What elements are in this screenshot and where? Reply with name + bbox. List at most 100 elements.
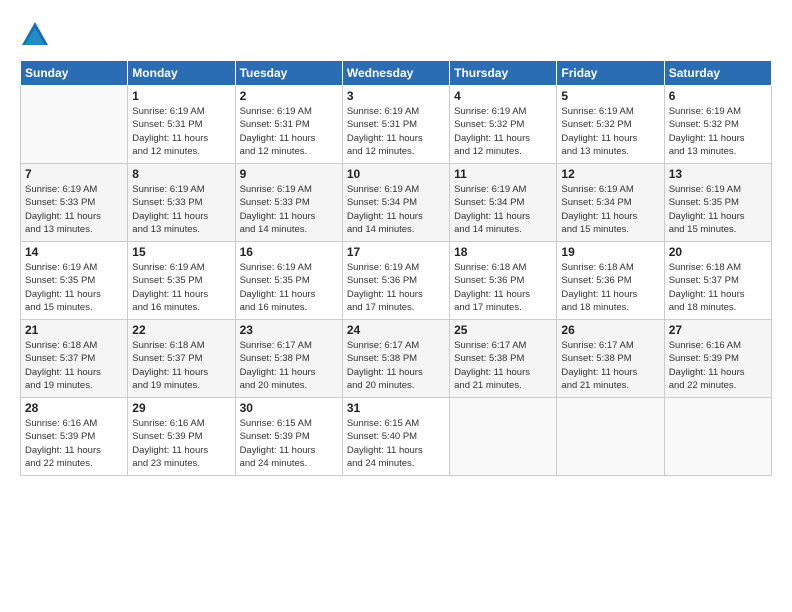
calendar-cell: 16Sunrise: 6:19 AM Sunset: 5:35 PM Dayli…: [235, 242, 342, 320]
calendar-cell: 31 Sunrise: 6:15 AM Sunset: 5:40 PM Dayli…: [342, 398, 449, 476]
day-info: Sunrise: 6:19 AM Sunset: 5:33 PM Dayligh…: [240, 183, 338, 236]
days-of-week-row: SundayMondayTuesdayWednesdayThursdayFrid…: [21, 61, 772, 86]
day-number: 24: [347, 323, 445, 337]
day-info: Sunrise: 6:18 AM Sunset: 5:37 PM Dayligh…: [669, 261, 767, 314]
day-number: 6: [669, 89, 767, 103]
calendar-cell: 6 Sunrise: 6:19 AM Sunset: 5:32 PM Daylig…: [664, 86, 771, 164]
day-number: 3: [347, 89, 445, 103]
day-number: 12: [561, 167, 659, 181]
day-number: 5: [561, 89, 659, 103]
day-number: 18: [454, 245, 552, 259]
day-info: Sunrise: 6:19 AM Sunset: 5:35 PM Dayligh…: [669, 183, 767, 236]
calendar-week-row: 21 Sunrise: 6:18 AM Sunset: 5:37 PM Dayli…: [21, 320, 772, 398]
day-info: Sunrise: 6:18 AM Sunset: 5:36 PM Dayligh…: [454, 261, 552, 314]
calendar-cell: 13 Sunrise: 6:19 AM Sunset: 5:35 PM Dayli…: [664, 164, 771, 242]
day-number: 29: [132, 401, 230, 415]
day-number: 11: [454, 167, 552, 181]
calendar-cell: 2 Sunrise: 6:19 AM Sunset: 5:31 PM Daylig…: [235, 86, 342, 164]
calendar-cell: 1 Sunrise: 6:19 AM Sunset: 5:31 PM Daylig…: [128, 86, 235, 164]
day-number: 16: [240, 245, 338, 259]
day-info: Sunrise: 6:16 AM Sunset: 5:39 PM Dayligh…: [669, 339, 767, 392]
calendar-cell: 29 Sunrise: 6:16 AM Sunset: 5:39 PM Dayli…: [128, 398, 235, 476]
calendar-cell: 23Sunrise: 6:17 AM Sunset: 5:38 PM Dayli…: [235, 320, 342, 398]
calendar-cell: 21 Sunrise: 6:18 AM Sunset: 5:37 PM Dayli…: [21, 320, 128, 398]
calendar-cell: 19 Sunrise: 6:18 AM Sunset: 5:36 PM Dayli…: [557, 242, 664, 320]
day-of-week-header: Monday: [128, 61, 235, 86]
day-info: Sunrise: 6:19 AM Sunset: 5:32 PM Dayligh…: [669, 105, 767, 158]
day-number: 15: [132, 245, 230, 259]
calendar-cell: [664, 398, 771, 476]
logo-icon: [20, 20, 50, 50]
day-info: Sunrise: 6:18 AM Sunset: 5:37 PM Dayligh…: [25, 339, 123, 392]
logo: [20, 20, 54, 50]
day-info: Sunrise: 6:19 AM Sunset: 5:34 PM Dayligh…: [454, 183, 552, 236]
day-number: 21: [25, 323, 123, 337]
calendar: SundayMondayTuesdayWednesdayThursdayFrid…: [20, 60, 772, 476]
day-info: Sunrise: 6:19 AM Sunset: 5:31 PM Dayligh…: [347, 105, 445, 158]
day-info: Sunrise: 6:17 AM Sunset: 5:38 PM Dayligh…: [561, 339, 659, 392]
calendar-cell: 28 Sunrise: 6:16 AM Sunset: 5:39 PM Dayli…: [21, 398, 128, 476]
day-number: 23: [240, 323, 338, 337]
day-number: 10: [347, 167, 445, 181]
day-number: 14: [25, 245, 123, 259]
page: SundayMondayTuesdayWednesdayThursdayFrid…: [0, 0, 792, 612]
calendar-cell: 30 Sunrise: 6:15 AM Sunset: 5:39 PM Dayli…: [235, 398, 342, 476]
calendar-cell: [21, 86, 128, 164]
day-number: 8: [132, 167, 230, 181]
day-number: 13: [669, 167, 767, 181]
day-number: 28: [25, 401, 123, 415]
day-number: 9: [240, 167, 338, 181]
day-of-week-header: Friday: [557, 61, 664, 86]
calendar-cell: 11 Sunrise: 6:19 AM Sunset: 5:34 PM Dayli…: [450, 164, 557, 242]
calendar-header: SundayMondayTuesdayWednesdayThursdayFrid…: [21, 61, 772, 86]
calendar-cell: 7 Sunrise: 6:19 AM Sunset: 5:33 PM Daylig…: [21, 164, 128, 242]
day-of-week-header: Tuesday: [235, 61, 342, 86]
calendar-cell: 9 Sunrise: 6:19 AM Sunset: 5:33 PM Daylig…: [235, 164, 342, 242]
calendar-cell: 24 Sunrise: 6:17 AM Sunset: 5:38 PM Dayli…: [342, 320, 449, 398]
calendar-week-row: 7 Sunrise: 6:19 AM Sunset: 5:33 PM Daylig…: [21, 164, 772, 242]
day-number: 30: [240, 401, 338, 415]
day-info: Sunrise: 6:19 AM Sunset: 5:36 PM Dayligh…: [347, 261, 445, 314]
day-number: 2: [240, 89, 338, 103]
day-info: Sunrise: 6:17 AM Sunset: 5:38 PM Dayligh…: [347, 339, 445, 392]
day-number: 25: [454, 323, 552, 337]
day-info: Sunrise: 6:19 AM Sunset: 5:32 PM Dayligh…: [561, 105, 659, 158]
day-info: Sunrise: 6:19 AM Sunset: 5:33 PM Dayligh…: [25, 183, 123, 236]
calendar-cell: 12Sunrise: 6:19 AM Sunset: 5:34 PM Dayli…: [557, 164, 664, 242]
calendar-cell: 17 Sunrise: 6:19 AM Sunset: 5:36 PM Dayli…: [342, 242, 449, 320]
calendar-cell: 4Sunrise: 6:19 AM Sunset: 5:32 PM Daylig…: [450, 86, 557, 164]
day-info: Sunrise: 6:19 AM Sunset: 5:34 PM Dayligh…: [347, 183, 445, 236]
day-number: 26: [561, 323, 659, 337]
day-info: Sunrise: 6:19 AM Sunset: 5:32 PM Dayligh…: [454, 105, 552, 158]
calendar-week-row: 14 Sunrise: 6:19 AM Sunset: 5:35 PM Dayli…: [21, 242, 772, 320]
day-number: 1: [132, 89, 230, 103]
day-info: Sunrise: 6:19 AM Sunset: 5:35 PM Dayligh…: [25, 261, 123, 314]
calendar-cell: 25 Sunrise: 6:17 AM Sunset: 5:38 PM Dayli…: [450, 320, 557, 398]
day-info: Sunrise: 6:15 AM Sunset: 5:40 PM Dayligh…: [347, 417, 445, 470]
day-info: Sunrise: 6:19 AM Sunset: 5:33 PM Dayligh…: [132, 183, 230, 236]
day-number: 27: [669, 323, 767, 337]
calendar-cell: 20 Sunrise: 6:18 AM Sunset: 5:37 PM Dayli…: [664, 242, 771, 320]
calendar-cell: 15 Sunrise: 6:19 AM Sunset: 5:35 PM Dayli…: [128, 242, 235, 320]
calendar-cell: 3 Sunrise: 6:19 AM Sunset: 5:31 PM Daylig…: [342, 86, 449, 164]
day-info: Sunrise: 6:18 AM Sunset: 5:36 PM Dayligh…: [561, 261, 659, 314]
day-info: Sunrise: 6:19 AM Sunset: 5:35 PM Dayligh…: [132, 261, 230, 314]
day-info: Sunrise: 6:19 AM Sunset: 5:31 PM Dayligh…: [132, 105, 230, 158]
day-number: 19: [561, 245, 659, 259]
day-number: 20: [669, 245, 767, 259]
day-info: Sunrise: 6:15 AM Sunset: 5:39 PM Dayligh…: [240, 417, 338, 470]
calendar-cell: 18 Sunrise: 6:18 AM Sunset: 5:36 PM Dayli…: [450, 242, 557, 320]
day-number: 7: [25, 167, 123, 181]
day-info: Sunrise: 6:16 AM Sunset: 5:39 PM Dayligh…: [132, 417, 230, 470]
day-of-week-header: Saturday: [664, 61, 771, 86]
day-number: 17: [347, 245, 445, 259]
day-number: 31: [347, 401, 445, 415]
day-info: Sunrise: 6:19 AM Sunset: 5:31 PM Dayligh…: [240, 105, 338, 158]
calendar-cell: 5 Sunrise: 6:19 AM Sunset: 5:32 PM Daylig…: [557, 86, 664, 164]
day-info: Sunrise: 6:16 AM Sunset: 5:39 PM Dayligh…: [25, 417, 123, 470]
calendar-cell: 14 Sunrise: 6:19 AM Sunset: 5:35 PM Dayli…: [21, 242, 128, 320]
day-info: Sunrise: 6:17 AM Sunset: 5:38 PM Dayligh…: [454, 339, 552, 392]
day-of-week-header: Wednesday: [342, 61, 449, 86]
calendar-cell: 22Sunrise: 6:18 AM Sunset: 5:37 PM Dayli…: [128, 320, 235, 398]
calendar-body: 1 Sunrise: 6:19 AM Sunset: 5:31 PM Daylig…: [21, 86, 772, 476]
